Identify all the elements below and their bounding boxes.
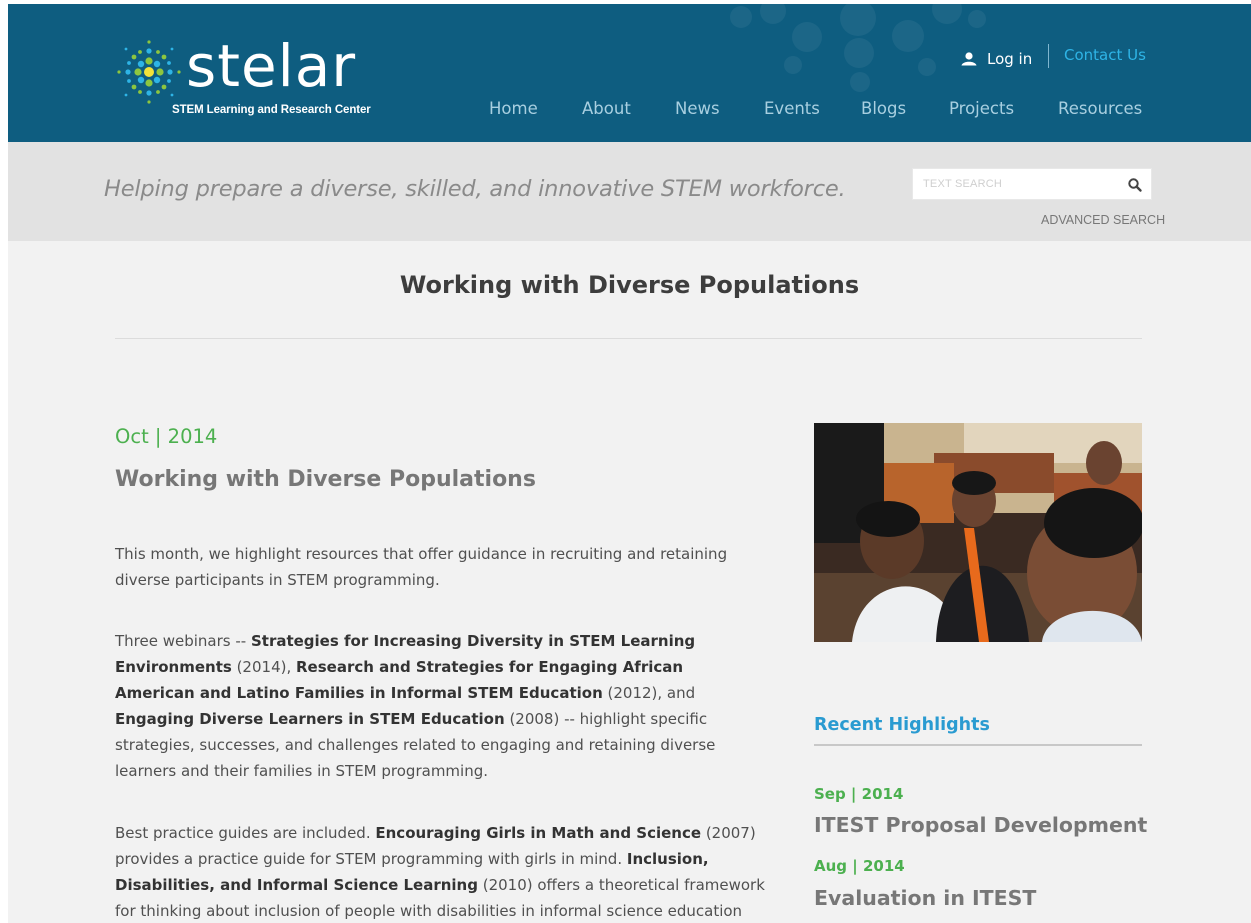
- highlight-date: Aug | 2014: [814, 857, 905, 875]
- decorative-dot: [892, 20, 924, 52]
- nav-item-events[interactable]: Events: [764, 99, 820, 121]
- article-date: Oct | 2014: [115, 425, 218, 448]
- advanced-search-link[interactable]: ADVANCED SEARCH: [1041, 213, 1165, 227]
- decorative-dot: [850, 72, 870, 92]
- article-title: Working with Diverse Populations: [115, 467, 536, 492]
- text-span: (2014),: [231, 658, 296, 676]
- decorative-dot: [932, 4, 962, 24]
- search-icon[interactable]: [1127, 177, 1143, 193]
- sidebar-divider: [814, 744, 1142, 746]
- logo-text[interactable]: stelar: [186, 26, 356, 106]
- nav-item-about[interactable]: About: [582, 99, 631, 121]
- site-tagline: Helping prepare a diverse, skilled, and …: [104, 176, 846, 202]
- login-link[interactable]: Log in: [961, 48, 1032, 70]
- nav-item-blogs[interactable]: Blogs: [861, 99, 906, 121]
- contact-us-link[interactable]: Contact Us: [1064, 46, 1146, 64]
- text-span: (2012), and: [602, 684, 696, 702]
- highlight-date: Sep | 2014: [814, 785, 904, 803]
- decorative-dot: [844, 38, 874, 68]
- decorative-dot: [918, 58, 936, 76]
- highlight-title-link[interactable]: Evaluation in ITEST: [814, 886, 1036, 910]
- decorative-dot: [730, 6, 752, 28]
- decorative-dot: [784, 56, 802, 74]
- search-box: [912, 168, 1152, 200]
- text-span: Three webinars --: [115, 632, 251, 650]
- tagline-band: Helping prepare a diverse, skilled, and …: [8, 142, 1251, 241]
- site-header: stelar STEM Learning and Research Center…: [8, 4, 1251, 142]
- main-content: Working with Diverse Populations Oct | 2…: [8, 241, 1251, 923]
- nav-item-resources[interactable]: Resources: [1058, 99, 1142, 121]
- stelar-logo-icon[interactable]: [116, 39, 182, 105]
- nav-item-news[interactable]: News: [675, 99, 720, 121]
- sidebar-heading: Recent Highlights: [814, 715, 990, 735]
- page-title: Working with Diverse Populations: [399, 271, 860, 299]
- search-input[interactable]: [923, 169, 1113, 199]
- decorative-dot: [792, 22, 822, 52]
- article-paragraph-2: Three webinars -- Strategies for Increas…: [115, 628, 765, 784]
- title-divider: [115, 338, 1142, 339]
- decorative-dot: [968, 10, 986, 28]
- text-span: Best practice guides are included.: [115, 824, 376, 842]
- login-label: Log in: [987, 50, 1033, 68]
- nav-item-home[interactable]: Home: [489, 99, 538, 121]
- user-icon: [961, 52, 977, 66]
- nav-item-projects[interactable]: Projects: [949, 99, 1014, 121]
- article-paragraph-1: This month, we highlight resources that …: [115, 545, 728, 589]
- guide-link-1[interactable]: Encouraging Girls in Math and Science: [375, 824, 701, 842]
- article-paragraph-3: Best practice guides are included. Encou…: [115, 820, 765, 923]
- decorative-dot: [760, 4, 786, 24]
- webinar-link-3[interactable]: Engaging Diverse Learners in STEM Educat…: [115, 710, 505, 728]
- logo-subtitle: STEM Learning and Research Center: [172, 104, 371, 116]
- classroom-photo: [814, 423, 1142, 642]
- highlight-title-link[interactable]: ITEST Proposal Development: [814, 813, 1147, 837]
- header-divider: [1048, 44, 1049, 68]
- decorative-dot: [840, 4, 876, 36]
